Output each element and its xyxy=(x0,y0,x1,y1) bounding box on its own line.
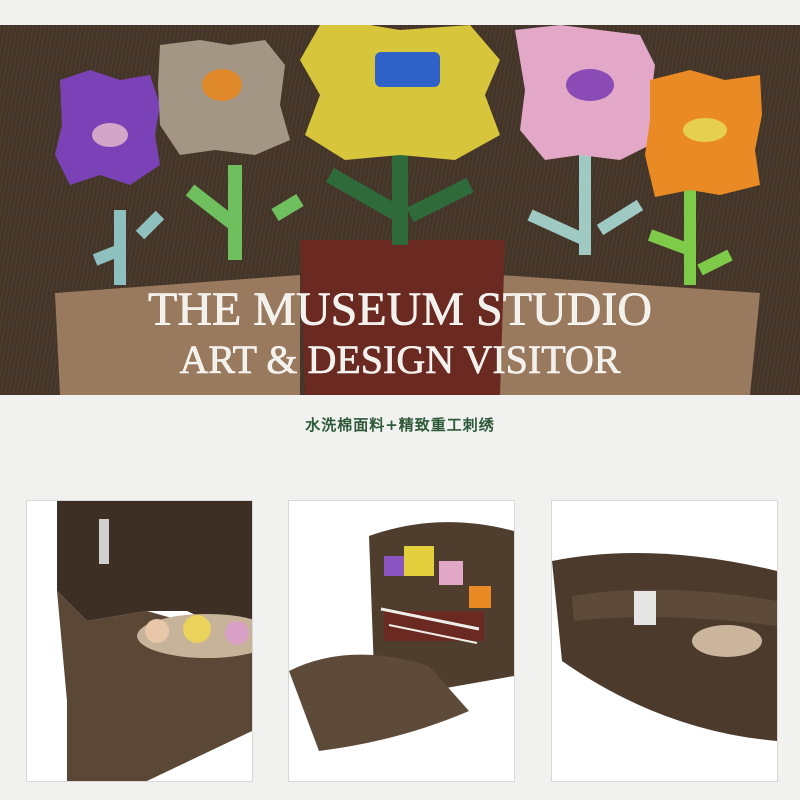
flower-yellow-center xyxy=(375,52,440,87)
embroidery-illustration: THE MUSEUM STUDIO ART & DESIGN VISITOR xyxy=(55,25,762,395)
stem-beige xyxy=(185,165,304,260)
embroidery-line-1: THE MUSEUM STUDIO xyxy=(148,283,652,336)
cap-front-image xyxy=(289,501,514,781)
flower-pink-center xyxy=(566,69,614,101)
flower-beige-center xyxy=(202,69,242,101)
mini-flower-orange xyxy=(469,586,491,608)
thumbnail-cap-front[interactable] xyxy=(288,500,515,782)
stem-pink xyxy=(527,145,644,255)
cap-underside-image xyxy=(27,501,252,781)
mini-flower-purple xyxy=(384,556,404,576)
stem-orange xyxy=(647,185,733,285)
hero-embroidery-image: THE MUSEUM STUDIO ART & DESIGN VISITOR xyxy=(0,25,800,395)
metal-buckle xyxy=(634,591,656,625)
cap-back-image xyxy=(552,501,777,781)
flower-orange-center xyxy=(683,118,727,142)
feature-caption: 水洗棉面料+精致重工刺绣 xyxy=(305,416,495,434)
inner-tag xyxy=(99,519,109,564)
embroidery-line-2: ART & DESIGN VISITOR xyxy=(180,337,621,382)
thumbnail-cap-back[interactable] xyxy=(551,500,778,782)
stem-yellow xyxy=(326,145,474,245)
mini-flower-1 xyxy=(145,619,169,643)
mini-flower-3 xyxy=(225,621,249,645)
mini-flower-yellow xyxy=(404,546,434,576)
mini-flower-2 xyxy=(183,615,211,643)
inner-embroidery-peek xyxy=(692,625,762,657)
flower-yellow xyxy=(300,25,500,160)
mini-flower-pink xyxy=(439,561,463,585)
thumbnail-cap-underside[interactable] xyxy=(26,500,253,782)
flower-purple-center xyxy=(92,123,128,147)
stem-purple xyxy=(92,210,165,285)
